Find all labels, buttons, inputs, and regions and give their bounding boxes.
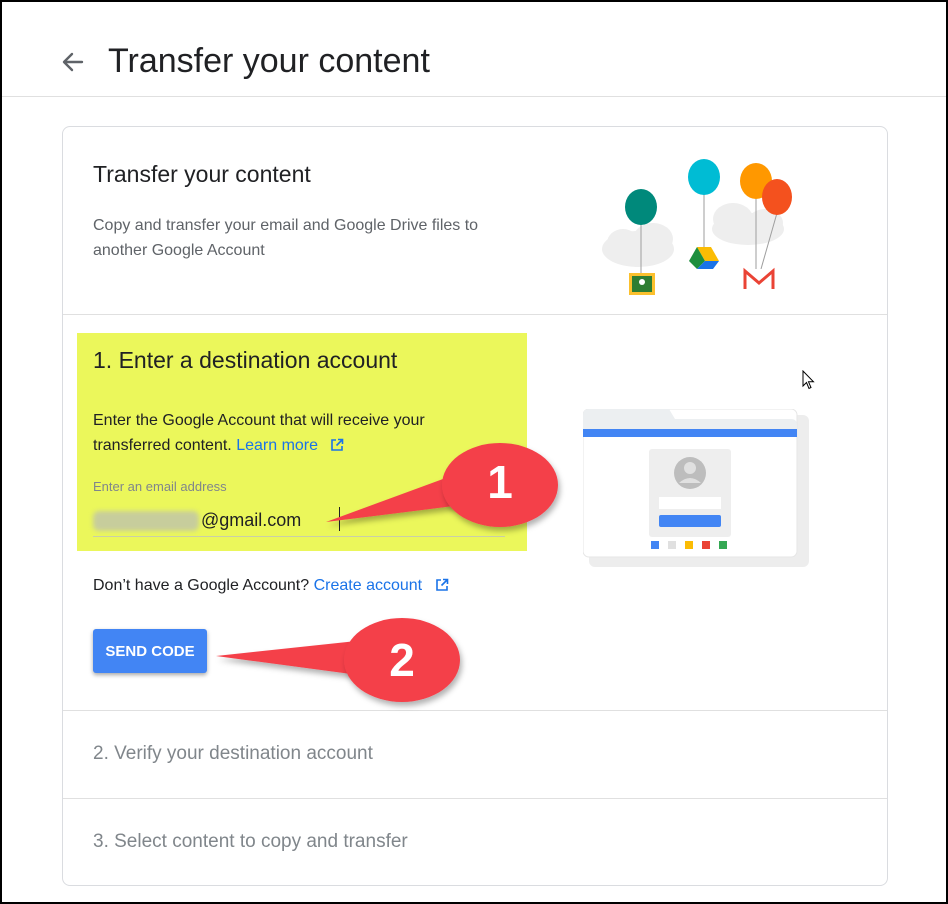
email-field-label: Enter an email address	[93, 479, 227, 494]
balloons-illustration	[602, 159, 792, 295]
step3-label: 3. Select content to copy and transfer	[93, 831, 408, 852]
no-account-text: Don’t have a Google Account?	[93, 577, 310, 594]
browser-illustration	[583, 409, 809, 567]
page-title: Transfer your content	[108, 42, 430, 80]
back-button[interactable]	[58, 48, 90, 76]
blurred-username	[93, 511, 199, 531]
step1-title: 1. Enter a destination account	[93, 347, 398, 373]
screenshot-frame: Transfer your content Transfer your cont…	[0, 0, 948, 904]
callout-number-2: 2	[389, 634, 415, 686]
external-link-icon[interactable]	[435, 578, 449, 592]
step3-row[interactable]: 3. Select content to copy and transfer	[63, 799, 887, 885]
intro-description: Copy and transfer your email and Google …	[93, 217, 479, 259]
step2-row[interactable]: 2. Verify your destination account	[63, 711, 887, 799]
intro-section: Transfer your content Copy and transfer …	[63, 127, 887, 315]
top-bar: Transfer your content	[2, 2, 946, 97]
send-code-button[interactable]: SEND CODE	[93, 629, 207, 673]
create-account-prompt: Don’t have a Google Account? Create acco…	[93, 577, 449, 595]
step2-label: 2. Verify your destination account	[93, 743, 373, 764]
intro-title: Transfer your content	[93, 161, 311, 187]
arrow-back-icon[interactable]	[58, 48, 90, 76]
email-input-value[interactable]: @gmail.com	[201, 510, 301, 531]
callout-number-1: 1	[487, 456, 513, 508]
create-account-link[interactable]: Create account	[314, 577, 423, 594]
mouse-pointer-icon	[802, 370, 815, 390]
